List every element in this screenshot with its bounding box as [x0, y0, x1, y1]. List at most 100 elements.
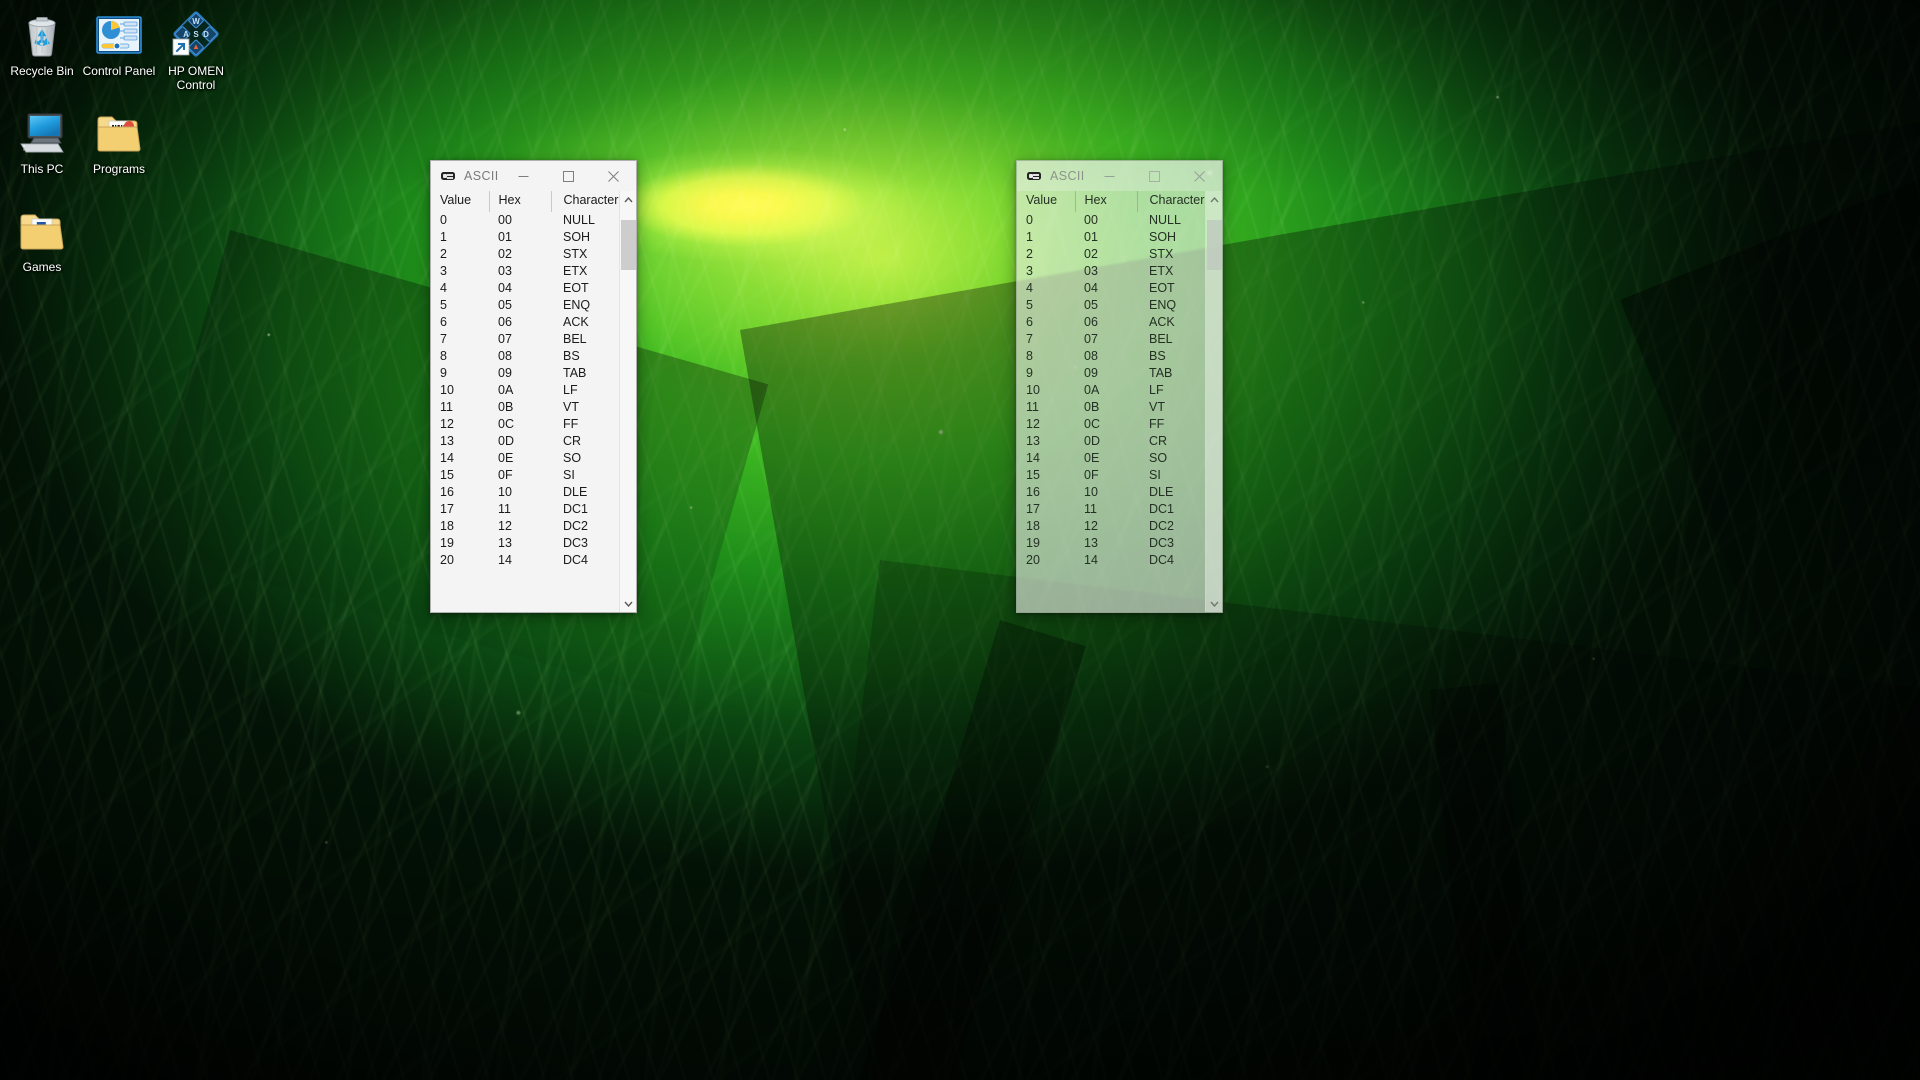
column-header-value[interactable]: Value: [1017, 191, 1076, 212]
table-row[interactable]: 7 07 BEL: [1017, 331, 1205, 348]
cell-character: DC1: [1149, 502, 1175, 516]
table-row[interactable]: 11 0B VT: [1017, 399, 1205, 416]
cell-character: SOH: [1149, 230, 1177, 244]
column-header-hex[interactable]: Hex: [1075, 191, 1138, 212]
table-row[interactable]: 19 13 DC3: [1017, 535, 1205, 552]
desktop-icon-games[interactable]: Games: [4, 202, 80, 300]
table-row[interactable]: 5 05 ENQ: [1017, 297, 1205, 314]
table-row[interactable]: 16 10 DLE: [1017, 484, 1205, 501]
scrollbar-thumb[interactable]: [621, 219, 636, 270]
table-row[interactable]: 18 12 DC2: [1017, 518, 1205, 535]
table-row[interactable]: 6 06 ACK: [431, 314, 619, 331]
table-row[interactable]: 17 11 DC1: [431, 501, 619, 518]
minimize-button[interactable]: [1087, 161, 1132, 191]
table-row[interactable]: 14 0E SO: [431, 450, 619, 467]
maximize-button[interactable]: [1132, 161, 1177, 191]
ascii-window-active[interactable]: ASCII Value Hex Character 0 00 NULL 1 01 SOH 2 02…: [430, 160, 637, 613]
cell-character: NULL: [1149, 213, 1181, 227]
cell-value: 20: [1026, 553, 1040, 567]
cell-character: LF: [563, 383, 578, 397]
table-row[interactable]: 18 12 DC2: [431, 518, 619, 535]
table-row[interactable]: 2 02 STX: [1017, 246, 1205, 263]
ascii-window-inactive[interactable]: ASCII Value Hex Character 0 00 NULL 1 01 SOH 2 02…: [1016, 160, 1223, 613]
cell-hex: 13: [498, 536, 512, 550]
scroll-up-arrow-icon[interactable]: [1206, 191, 1222, 208]
column-header-hex[interactable]: Hex: [489, 191, 552, 212]
table-row[interactable]: 4 04 EOT: [431, 280, 619, 297]
svg-text:D: D: [203, 30, 209, 39]
vertical-scrollbar[interactable]: [619, 191, 636, 612]
table-row[interactable]: 19 13 DC3: [431, 535, 619, 552]
desktop-icon-programs[interactable]: Programs: [81, 104, 157, 202]
column-header-value[interactable]: Value: [431, 191, 490, 212]
desktop-icon-recycle-bin[interactable]: Recycle Bin: [4, 6, 80, 104]
table-row[interactable]: 10 0A LF: [1017, 382, 1205, 399]
table-row[interactable]: 5 05 ENQ: [431, 297, 619, 314]
maximize-button[interactable]: [546, 161, 591, 191]
table-row[interactable]: 11 0B VT: [431, 399, 619, 416]
close-button[interactable]: [1177, 161, 1222, 191]
cell-character: ENQ: [563, 298, 591, 312]
cell-value: 10: [1026, 383, 1040, 397]
cell-character: DC1: [563, 502, 589, 516]
minimize-button[interactable]: [501, 161, 546, 191]
table-row[interactable]: 15 0F SI: [1017, 467, 1205, 484]
table-row[interactable]: 13 0D CR: [1017, 433, 1205, 450]
column-header-character[interactable]: Character: [1137, 191, 1205, 212]
scroll-up-arrow-icon[interactable]: [620, 191, 636, 208]
table-row[interactable]: 20 14 DC4: [431, 552, 619, 569]
window-titlebar[interactable]: ASCII: [431, 161, 636, 191]
scrollbar-thumb[interactable]: [1207, 219, 1222, 270]
table-row[interactable]: 12 0C FF: [431, 416, 619, 433]
window-titlebar[interactable]: ASCII: [1017, 161, 1222, 191]
cell-character: SI: [1149, 468, 1161, 482]
table-row[interactable]: 8 08 BS: [431, 348, 619, 365]
ascii-table-area[interactable]: Value Hex Character 0 00 NULL 1 01 SOH 2 02 STX 3 03…: [1017, 191, 1205, 612]
table-row[interactable]: 14 0E SO: [1017, 450, 1205, 467]
table-row[interactable]: 0 00 NULL: [431, 212, 619, 229]
cell-hex: 03: [1084, 264, 1098, 278]
table-row[interactable]: 0 00 NULL: [1017, 212, 1205, 229]
table-row[interactable]: 3 03 ETX: [431, 263, 619, 280]
table-row[interactable]: 12 0C FF: [1017, 416, 1205, 433]
vertical-scrollbar[interactable]: [1205, 191, 1222, 612]
column-header-character[interactable]: Character: [551, 191, 619, 212]
cell-character: EOT: [1149, 281, 1175, 295]
table-row[interactable]: 1 01 SOH: [1017, 229, 1205, 246]
desktop-icon-control-panel[interactable]: Control Panel: [81, 6, 157, 104]
cell-hex: 0E: [1084, 451, 1100, 465]
table-row[interactable]: 16 10 DLE: [431, 484, 619, 501]
cell-value: 17: [440, 502, 454, 516]
cell-character: FF: [563, 417, 579, 431]
desktop-icon-hp-omen-control[interactable]: W A S D ▲ HP OMEN Control: [158, 6, 234, 104]
cell-character: ACK: [1149, 315, 1175, 329]
table-row[interactable]: 9 09 TAB: [1017, 365, 1205, 382]
table-row[interactable]: 13 0D CR: [431, 433, 619, 450]
scroll-down-arrow-icon[interactable]: [620, 595, 636, 612]
table-row[interactable]: 15 0F SI: [431, 467, 619, 484]
table-row[interactable]: 4 04 EOT: [1017, 280, 1205, 297]
table-row[interactable]: 6 06 ACK: [1017, 314, 1205, 331]
desktop-icon-this-pc[interactable]: This PC: [4, 104, 80, 202]
cell-hex: 0A: [1084, 383, 1100, 397]
cell-character: ETX: [1149, 264, 1174, 278]
close-button[interactable]: [591, 161, 636, 191]
cell-value: 1: [440, 230, 447, 244]
cell-hex: 11: [498, 502, 511, 516]
table-row[interactable]: 9 09 TAB: [431, 365, 619, 382]
cell-character: FF: [1149, 417, 1165, 431]
table-row[interactable]: 20 14 DC4: [1017, 552, 1205, 569]
table-row[interactable]: 3 03 ETX: [1017, 263, 1205, 280]
table-row[interactable]: 7 07 BEL: [431, 331, 619, 348]
table-row[interactable]: 17 11 DC1: [1017, 501, 1205, 518]
cell-value: 11: [440, 400, 453, 414]
desktop-icon-label: Control Panel: [82, 64, 156, 78]
table-row[interactable]: 8 08 BS: [1017, 348, 1205, 365]
desktop[interactable]: Recycle Bin Control Panel W A S D ▲ HP O…: [0, 0, 1920, 1080]
cell-value: 12: [440, 417, 454, 431]
scroll-down-arrow-icon[interactable]: [1206, 595, 1222, 612]
table-row[interactable]: 10 0A LF: [431, 382, 619, 399]
ascii-table-area[interactable]: Value Hex Character 0 00 NULL 1 01 SOH 2 02 STX 3 03…: [431, 191, 619, 612]
table-row[interactable]: 2 02 STX: [431, 246, 619, 263]
table-row[interactable]: 1 01 SOH: [431, 229, 619, 246]
